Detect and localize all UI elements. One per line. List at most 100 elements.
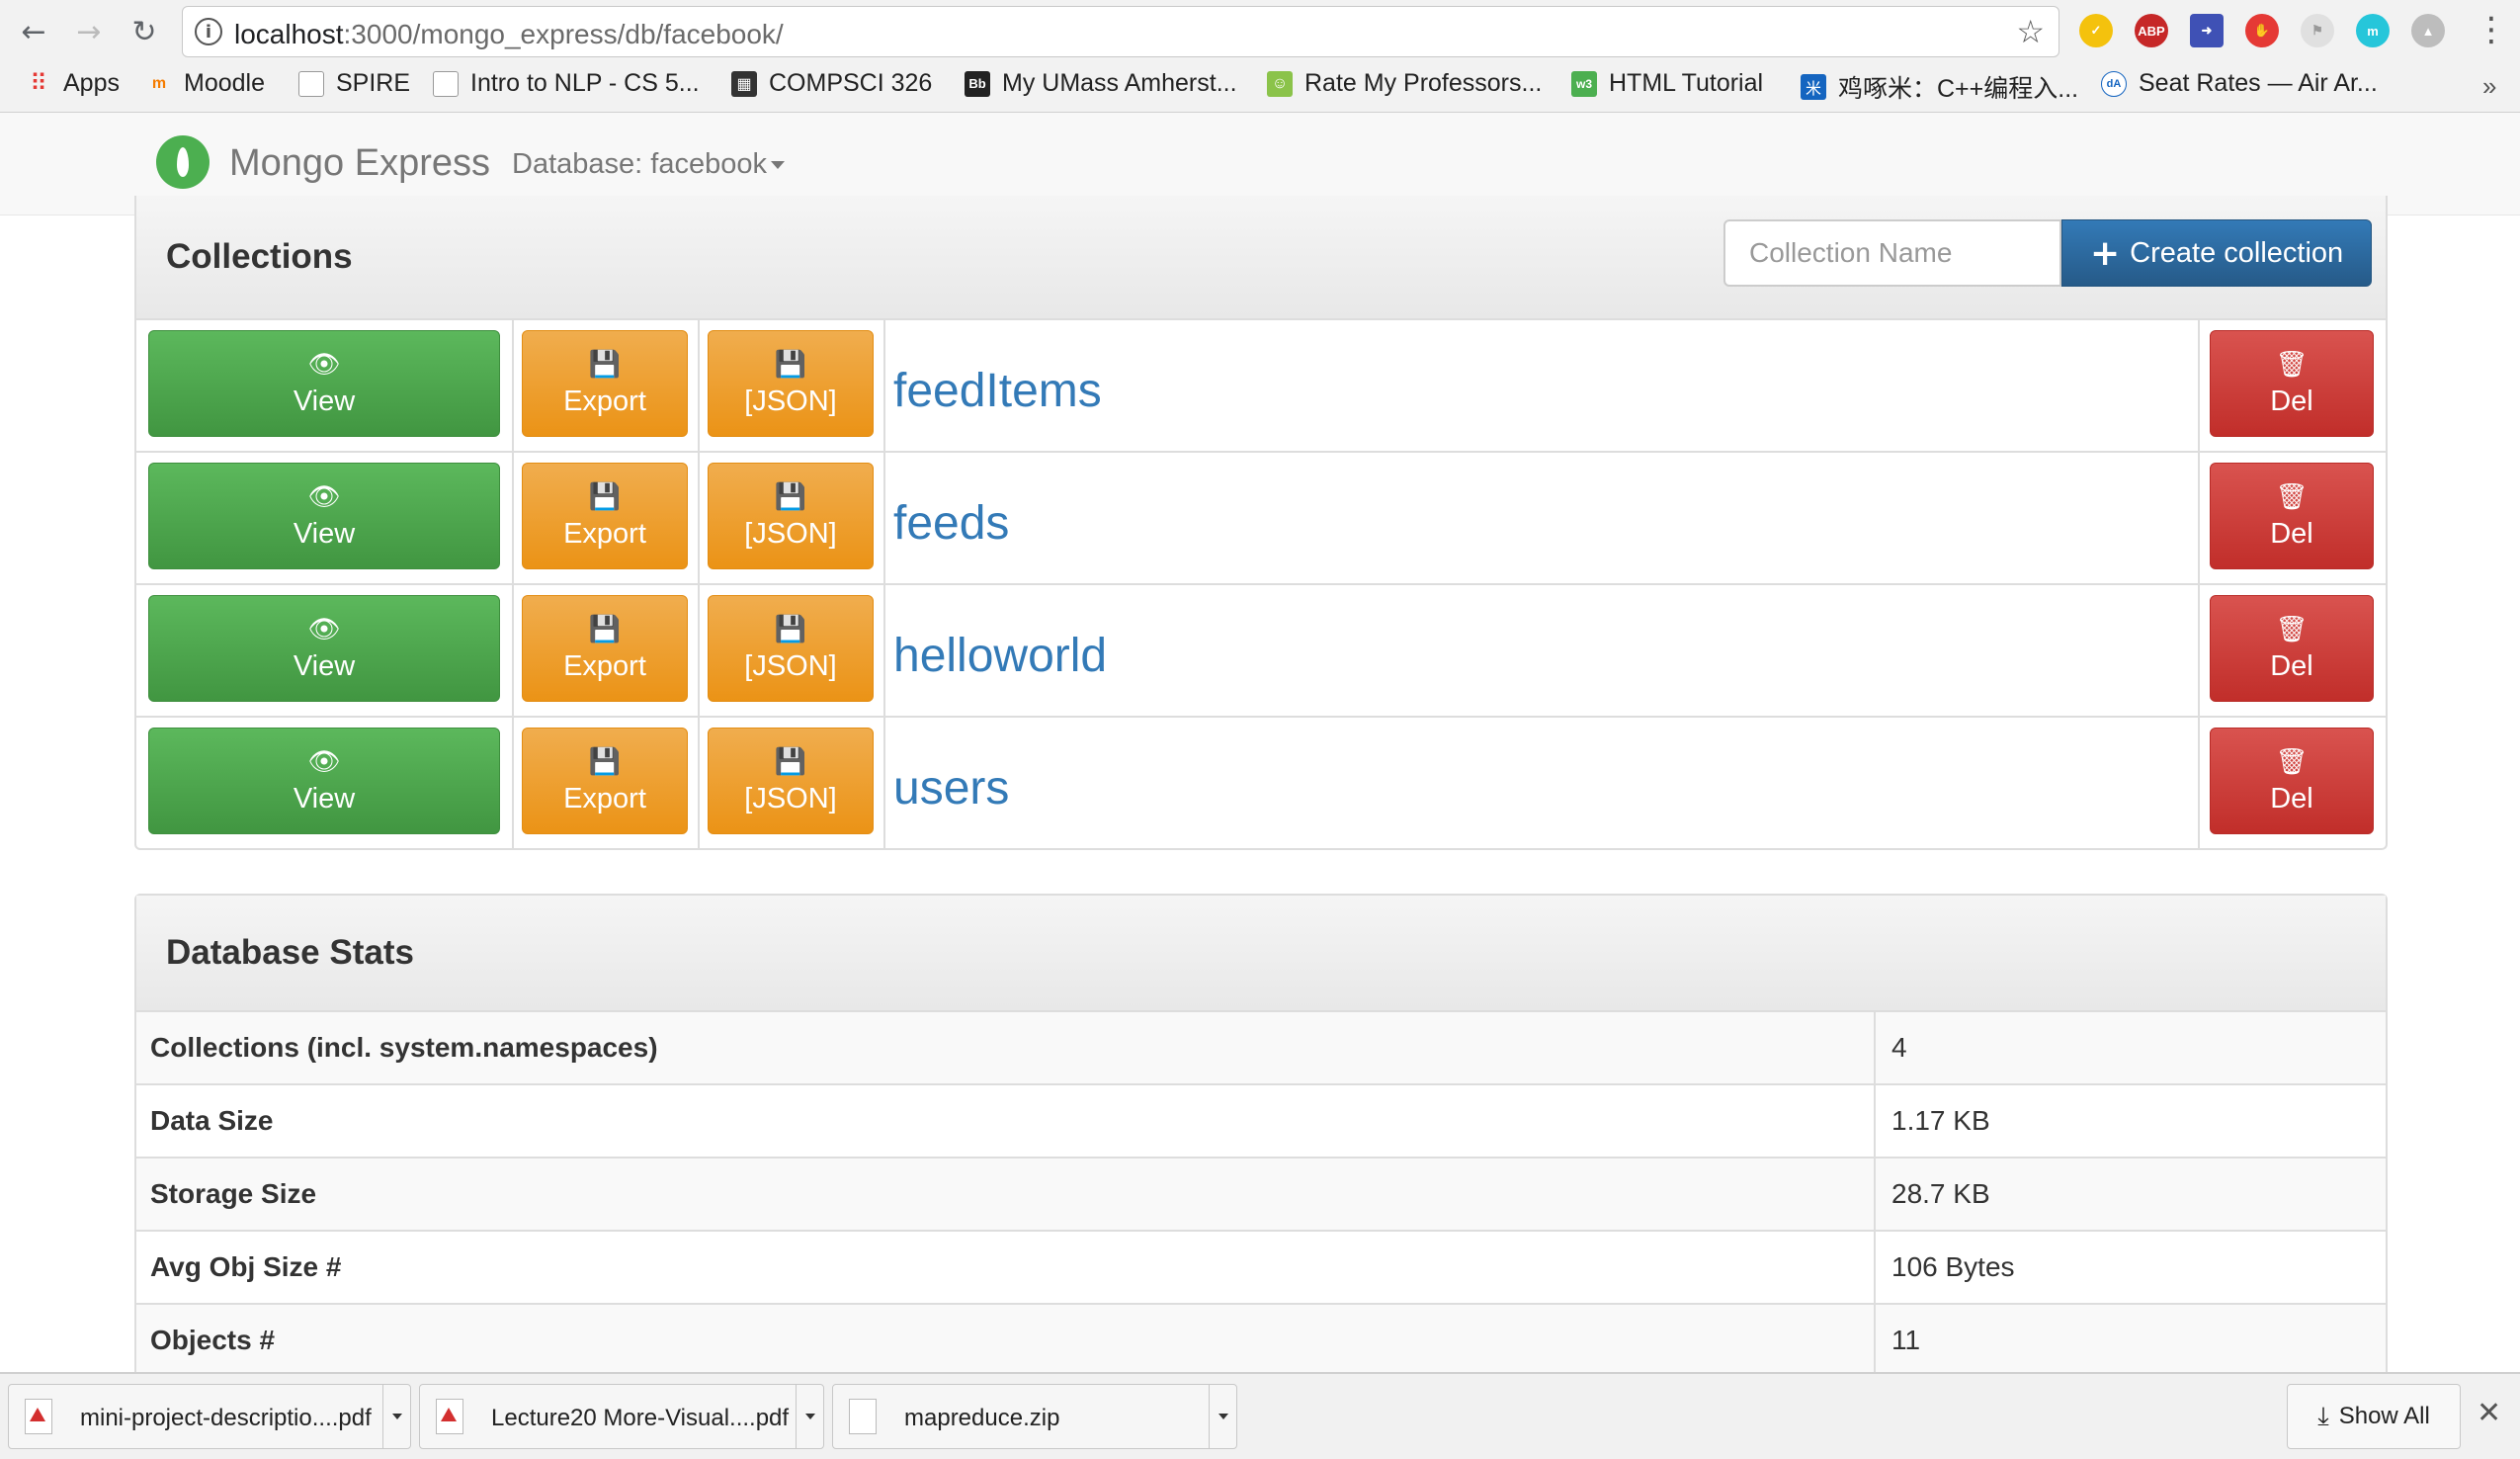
download-icon: ⤓	[2317, 1401, 2329, 1431]
column-divider	[883, 718, 885, 850]
view-button[interactable]: 👁 View	[148, 463, 500, 569]
export-button[interactable]: 💾 Export	[522, 463, 688, 569]
bookmarks-overflow-icon[interactable]: »	[2482, 71, 2496, 102]
download-item[interactable]: Lecture20 More-Visual....pdf	[419, 1384, 824, 1449]
save-export-icon: 💾	[588, 349, 622, 380]
bookmark-compsci[interactable]: ▦ COMPSCI 326	[731, 69, 932, 98]
bookmark-apps[interactable]: ⠿ Apps	[26, 69, 120, 98]
view-button[interactable]: 👁 View	[148, 595, 500, 702]
eye-icon: 👁	[307, 481, 341, 512]
bookmark-moodle[interactable]: m Moodle	[146, 69, 265, 98]
extension-hand-icon[interactable]: ✋	[2245, 14, 2279, 47]
close-download-bar-icon[interactable]: ✕	[2477, 1396, 2501, 1430]
column-divider	[1874, 1305, 1876, 1378]
moodle-icon: m	[151, 74, 167, 92]
save-export-icon: 💾	[588, 481, 622, 512]
url-text: localhost:3000/mongo_express/db/facebook…	[234, 19, 784, 49]
export-button[interactable]: 💾 Export	[522, 330, 688, 437]
collection-link[interactable]: feeds	[893, 496, 1009, 551]
stat-label: Storage Size	[150, 1178, 317, 1209]
download-menu-arrow-icon[interactable]	[796, 1385, 823, 1448]
collection-link[interactable]: helloworld	[893, 629, 1107, 683]
bookmark-label: Apps	[63, 69, 120, 97]
delete-button[interactable]: 🗑 Del	[2210, 595, 2374, 702]
stat-label: Collections (incl. system.namespaces)	[150, 1032, 658, 1063]
export-json-button[interactable]: 💾 [JSON]	[708, 330, 874, 437]
export-json-button[interactable]: 💾 [JSON]	[708, 728, 874, 834]
extension-drive-icon[interactable]: ▲	[2411, 14, 2445, 47]
bookmark-label: My UMass Amherst...	[1002, 69, 1237, 97]
collection-link[interactable]: users	[893, 761, 1009, 815]
download-item[interactable]: mini-project-descriptio....pdf	[8, 1384, 411, 1449]
bookmark-jizhuomi[interactable]: 米 鸡啄米：C++编程入...	[1801, 69, 2078, 105]
rmp-icon: ☺	[1267, 70, 1293, 97]
column-divider	[1874, 1012, 1876, 1085]
column-divider	[1874, 1085, 1876, 1159]
extension-m-icon[interactable]: m	[2356, 14, 2390, 47]
export-json-button[interactable]: 💾 [JSON]	[708, 463, 874, 569]
export-button[interactable]: 💾 Export	[522, 595, 688, 702]
bookmark-label: Moodle	[184, 69, 265, 97]
column-divider	[2198, 453, 2200, 585]
view-button[interactable]: 👁 View	[148, 728, 500, 834]
seatrates-icon: dA	[2101, 70, 2127, 97]
collection-link[interactable]: feedItems	[893, 364, 1102, 418]
stat-label: Avg Obj Size #	[150, 1251, 342, 1282]
view-label: View	[293, 517, 356, 550]
bookmark-nlp[interactable]: Intro to NLP - CS 5...	[433, 69, 700, 98]
bookmark-label: SPIRE	[336, 69, 411, 97]
bookmark-spire[interactable]: SPIRE	[298, 69, 410, 98]
column-divider	[2198, 320, 2200, 453]
bookmark-label: 鸡啄米：C++编程入...	[1838, 75, 2079, 103]
collection-row: 👁 View 💾 Export 💾 [JSON] helloworld 🗑 De…	[136, 585, 2386, 718]
trash-icon: 🗑	[2275, 614, 2309, 644]
apps-grid-icon: ⠿	[30, 70, 47, 97]
json-label: [JSON]	[744, 517, 837, 550]
extension-check-icon[interactable]: ✓	[2079, 14, 2113, 47]
adblock-icon[interactable]: ABP	[2135, 14, 2168, 47]
bookmark-seat-rates[interactable]: dA Seat Rates — Air Ar...	[2101, 69, 2378, 98]
info-icon[interactable]: i	[195, 18, 222, 45]
address-bar[interactable]: i localhost:3000/mongo_express/db/facebo…	[182, 6, 2059, 57]
extension-flag-icon[interactable]: ⚑	[2301, 14, 2334, 47]
collections-panel: Collections + Create collection 👁 View 💾…	[134, 196, 2388, 850]
export-label: Export	[563, 385, 646, 417]
brand-title[interactable]: Mongo Express	[229, 142, 490, 185]
forward-icon[interactable]: →	[69, 12, 109, 51]
export-json-button[interactable]: 💾 [JSON]	[708, 595, 874, 702]
column-divider	[512, 453, 514, 585]
stat-value: 11	[1891, 1325, 1921, 1355]
show-all-downloads-button[interactable]: ⤓ Show All	[2287, 1384, 2461, 1449]
bookmark-star-icon[interactable]: ☆	[2016, 13, 2045, 50]
delete-label: Del	[2270, 517, 2313, 550]
download-menu-arrow-icon[interactable]	[382, 1385, 410, 1448]
mongo-leaf-icon[interactable]	[156, 135, 210, 189]
delete-label: Del	[2270, 782, 2313, 815]
zip-file-icon	[849, 1399, 877, 1434]
stats-row: Storage Size 28.7 KB	[136, 1159, 2386, 1232]
browser-menu-icon[interactable]: ⋮	[2475, 10, 2508, 49]
collection-name-input[interactable]	[1723, 219, 2061, 287]
pdf-file-icon	[25, 1399, 52, 1434]
column-divider	[883, 585, 885, 718]
delete-button[interactable]: 🗑 Del	[2210, 330, 2374, 437]
download-filename: mapreduce.zip	[904, 1405, 1060, 1431]
bookmark-umass[interactable]: Bb My UMass Amherst...	[965, 69, 1237, 98]
stat-label: Objects #	[150, 1325, 276, 1355]
show-all-label: Show All	[2338, 1403, 2430, 1429]
download-menu-arrow-icon[interactable]	[1209, 1385, 1236, 1448]
create-collection-button[interactable]: + Create collection	[2061, 219, 2373, 287]
bookmark-html-tutorial[interactable]: w3 HTML Tutorial	[1571, 69, 1763, 98]
view-button[interactable]: 👁 View	[148, 330, 500, 437]
back-icon[interactable]: ←	[14, 12, 53, 51]
extension-arrow-icon[interactable]: ➜	[2190, 14, 2224, 47]
delete-button[interactable]: 🗑 Del	[2210, 728, 2374, 834]
database-dropdown[interactable]: Database: facebook	[512, 148, 785, 181]
download-item[interactable]: mapreduce.zip	[832, 1384, 1237, 1449]
collection-row: 👁 View 💾 Export 💾 [JSON] feedItems 🗑 Del	[136, 320, 2386, 453]
bookmark-label: HTML Tutorial	[1609, 69, 1764, 97]
delete-button[interactable]: 🗑 Del	[2210, 463, 2374, 569]
bookmark-rmp[interactable]: ☺ Rate My Professors...	[1267, 69, 1542, 98]
reload-icon[interactable]: ↻	[125, 12, 164, 51]
export-button[interactable]: 💾 Export	[522, 728, 688, 834]
